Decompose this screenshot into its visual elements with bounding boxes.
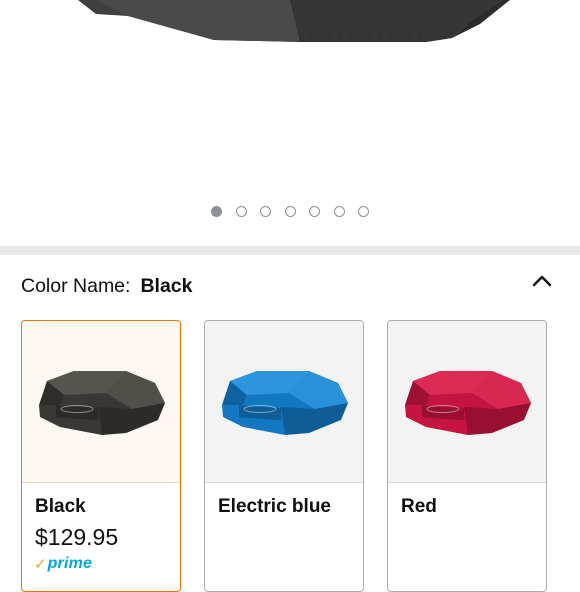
- section-divider: [0, 246, 580, 255]
- carousel-dots: [0, 206, 580, 217]
- color-name-label: Color Name:: [21, 275, 131, 297]
- color-name-row: Color Name: Black: [21, 273, 561, 299]
- selected-color-value: Black: [140, 275, 193, 297]
- color-swatch-electric-blue[interactable]: Electric blue: [204, 320, 364, 592]
- swatch-color-name: Electric blue: [218, 496, 331, 517]
- product-image: [78, 0, 510, 42]
- carousel-dot[interactable]: [260, 206, 271, 217]
- swatch-image: [388, 321, 546, 483]
- carousel-dot[interactable]: [284, 206, 296, 217]
- speaker-thumbnail: [222, 371, 348, 435]
- carousel-dot[interactable]: [235, 206, 247, 217]
- swatch-color-name: Red: [401, 496, 437, 517]
- swatch-price: $129.95: [35, 524, 119, 550]
- prime-badge: ✓ prime: [34, 554, 92, 574]
- product-image-carousel[interactable]: [0, 0, 580, 246]
- prime-label: prime: [47, 555, 93, 572]
- prime-check-icon: ✓: [34, 556, 47, 573]
- chevron-up-icon[interactable]: [530, 272, 554, 288]
- swatch-image: [205, 321, 363, 483]
- carousel-dot[interactable]: [309, 206, 320, 217]
- swatch-image: [22, 321, 180, 483]
- speaker-thumbnail: [405, 371, 531, 435]
- swatch-color-name: Black: [35, 496, 86, 517]
- carousel-dot[interactable]: [358, 206, 369, 217]
- color-swatch-black[interactable]: Black $129.95 ✓ prime: [21, 320, 181, 592]
- carousel-dot[interactable]: [333, 206, 345, 217]
- color-swatch-red[interactable]: Red: [387, 320, 547, 592]
- carousel-dot[interactable]: [211, 206, 222, 217]
- speaker-thumbnail: [39, 371, 165, 435]
